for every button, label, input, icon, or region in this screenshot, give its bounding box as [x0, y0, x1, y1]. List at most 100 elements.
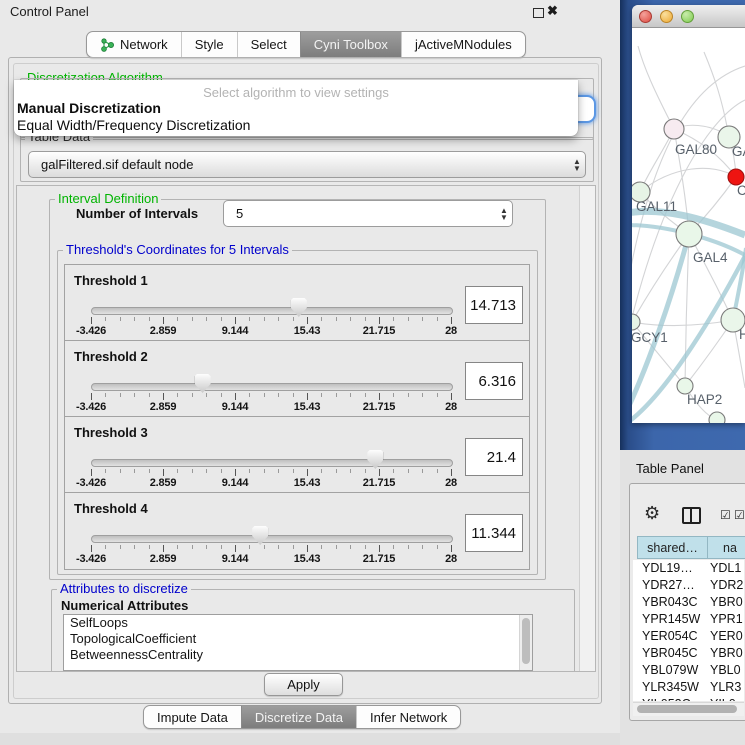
number-of-intervals-combobox[interactable]: 5 ▲▼	[223, 200, 513, 227]
tab-cyni-toolbox[interactable]: Cyni Toolbox	[300, 32, 401, 57]
threshold-group: Threshold 4-3.4262.8599.14415.4321.71528…	[64, 492, 530, 570]
table-row[interactable]: YLR345W YLR3	[633, 679, 744, 696]
attribute-list-item[interactable]: SelfLoops	[64, 615, 532, 631]
slider-tick	[235, 545, 236, 552]
table-hscrollbar-thumb[interactable]	[637, 705, 737, 713]
threshold-value-field[interactable]: 14.713	[465, 286, 523, 324]
cell-shared-name: YLR345W	[642, 680, 699, 694]
table-row[interactable]: YER054CYER0	[633, 628, 744, 645]
threshold-value-field[interactable]: 21.4	[465, 438, 523, 476]
slider-tick	[249, 317, 250, 321]
numerical-attributes-list[interactable]: SelfLoopsTopologicalCoefficientBetweenne…	[63, 614, 533, 671]
table-row[interactable]: YDR27…YDR2	[633, 577, 744, 594]
tick-label: -3.426	[55, 477, 127, 489]
panel-bottom-strip	[0, 733, 620, 745]
slider-tick	[149, 545, 150, 549]
table-row[interactable]: YBR043CYBR0	[633, 594, 744, 611]
table-row[interactable]: YDL19…YDL1	[633, 560, 744, 577]
settings-scrollbar[interactable]	[579, 186, 596, 671]
network-node[interactable]	[709, 412, 725, 423]
slider-track[interactable]	[91, 307, 453, 315]
table-row[interactable]: YPR145W YPR1	[633, 611, 744, 628]
slider-tick	[350, 317, 351, 321]
slider-tick	[451, 317, 452, 324]
threshold-value-field[interactable]: 6.316	[465, 362, 523, 400]
slider-tick	[177, 469, 178, 473]
minimize-traffic-light[interactable]	[660, 10, 673, 23]
slider-tick	[192, 469, 193, 473]
checkbox-icon[interactable]: ☑	[734, 508, 745, 522]
slider-tick	[379, 393, 380, 400]
gear-icon[interactable]: ⚙	[644, 504, 660, 522]
tab-jactivemnodules[interactable]: jActiveMNodules	[401, 32, 525, 57]
table-data-combobox[interactable]: galFiltered.sif default node ▲▼	[28, 151, 586, 178]
slider-tick	[249, 469, 250, 473]
tab-discretize-data[interactable]: Discretize Data	[241, 706, 356, 728]
network-node[interactable]	[676, 221, 702, 247]
slider-tick	[235, 317, 236, 324]
close-panel-icon[interactable]: ✖	[547, 3, 558, 19]
tick-label: 9.144	[199, 325, 271, 337]
threshold-value-field[interactable]: 11.344	[465, 514, 523, 552]
table-row[interactable]: YBR045CYBR0	[633, 645, 744, 662]
slider-tick	[293, 317, 294, 321]
attribute-list-item[interactable]: BetweennessCentrality	[64, 647, 532, 663]
panel-title: Control Panel	[10, 4, 89, 19]
slider-tick	[163, 545, 164, 552]
slider-track[interactable]	[91, 459, 453, 467]
float-window-icon[interactable]	[533, 8, 544, 18]
zoom-traffic-light[interactable]	[681, 10, 694, 23]
slider-tick	[393, 317, 394, 321]
attributes-scrollbar-thumb[interactable]	[522, 618, 530, 664]
slider-tick	[249, 393, 250, 397]
threshold-label: Threshold 2	[74, 349, 148, 364]
tab-style[interactable]: Style	[181, 32, 237, 57]
column-header-name[interactable]: na	[708, 536, 745, 559]
attributes-scrollbar[interactable]	[519, 615, 532, 670]
column-header-shared-name[interactable]: shared…	[637, 536, 708, 559]
tick-label: 2.859	[127, 325, 199, 337]
cell-name: YPR1	[710, 612, 743, 626]
checkbox-icon[interactable]: ☑	[720, 508, 731, 522]
slider-tick	[221, 469, 222, 473]
threshold-group: Threshold 3-3.4262.8599.14415.4321.71528…	[64, 416, 530, 494]
apply-button[interactable]: Apply	[264, 673, 343, 696]
table-row[interactable]: YBL079WYBL0	[633, 662, 744, 679]
network-window-titlebar[interactable]	[632, 5, 745, 28]
table-panel-title: Table Panel	[636, 461, 704, 476]
slider-tick	[264, 469, 265, 473]
dropdown-option[interactable]: Equal Width/Frequency Discretization	[14, 117, 578, 134]
network-node[interactable]	[632, 314, 640, 330]
number-of-intervals-label: Number of Intervals	[76, 206, 198, 221]
attribute-list-item[interactable]: TopologicalCoefficient	[64, 631, 532, 647]
tab-infer-network[interactable]: Infer Network	[356, 706, 460, 728]
table-row[interactable]: YIL052CYIL0	[633, 696, 744, 701]
cell-shared-name: YER054C	[642, 629, 698, 643]
slider-tick	[350, 469, 351, 473]
table-horizontal-scrollbar[interactable]	[633, 702, 744, 716]
network-canvas[interactable]: GAL80GACGAL11GAL4GCY1HHAP2	[632, 28, 745, 423]
slider-tick	[120, 469, 121, 473]
slider-track[interactable]	[91, 535, 453, 543]
threshold-group: Threshold 2-3.4262.8599.14415.4321.71528…	[64, 340, 530, 418]
cell-shared-name: YPR145W	[642, 612, 700, 626]
slider-tick	[437, 393, 438, 397]
tab-network[interactable]: Network	[87, 32, 181, 57]
slider-track[interactable]	[91, 383, 453, 391]
threshold-label: Threshold 1	[74, 273, 148, 288]
tick-label: -3.426	[55, 401, 127, 413]
network-node-labels: GAL80GACGAL11GAL4GCY1HHAP2	[632, 142, 745, 407]
dropdown-option[interactable]: Manual Discretization	[14, 100, 578, 117]
network-node[interactable]	[664, 119, 684, 139]
split-view-icon[interactable]	[682, 507, 701, 524]
tab-impute-data[interactable]: Impute Data	[144, 706, 241, 728]
tick-label: 21.715	[343, 325, 415, 337]
tab-select[interactable]: Select	[237, 32, 300, 57]
close-traffic-light[interactable]	[639, 10, 652, 23]
top-tab-bar: Network Style Select Cyni Toolbox jActiv…	[86, 31, 526, 58]
tick-label: 21.715	[343, 477, 415, 489]
tick-label: 9.144	[199, 401, 271, 413]
numerical-attributes-label: Numerical Attributes	[61, 598, 188, 613]
cell-name: YLR3	[710, 680, 741, 694]
screenshot-root: Control Panel ✖ Network Style Select	[0, 0, 745, 745]
